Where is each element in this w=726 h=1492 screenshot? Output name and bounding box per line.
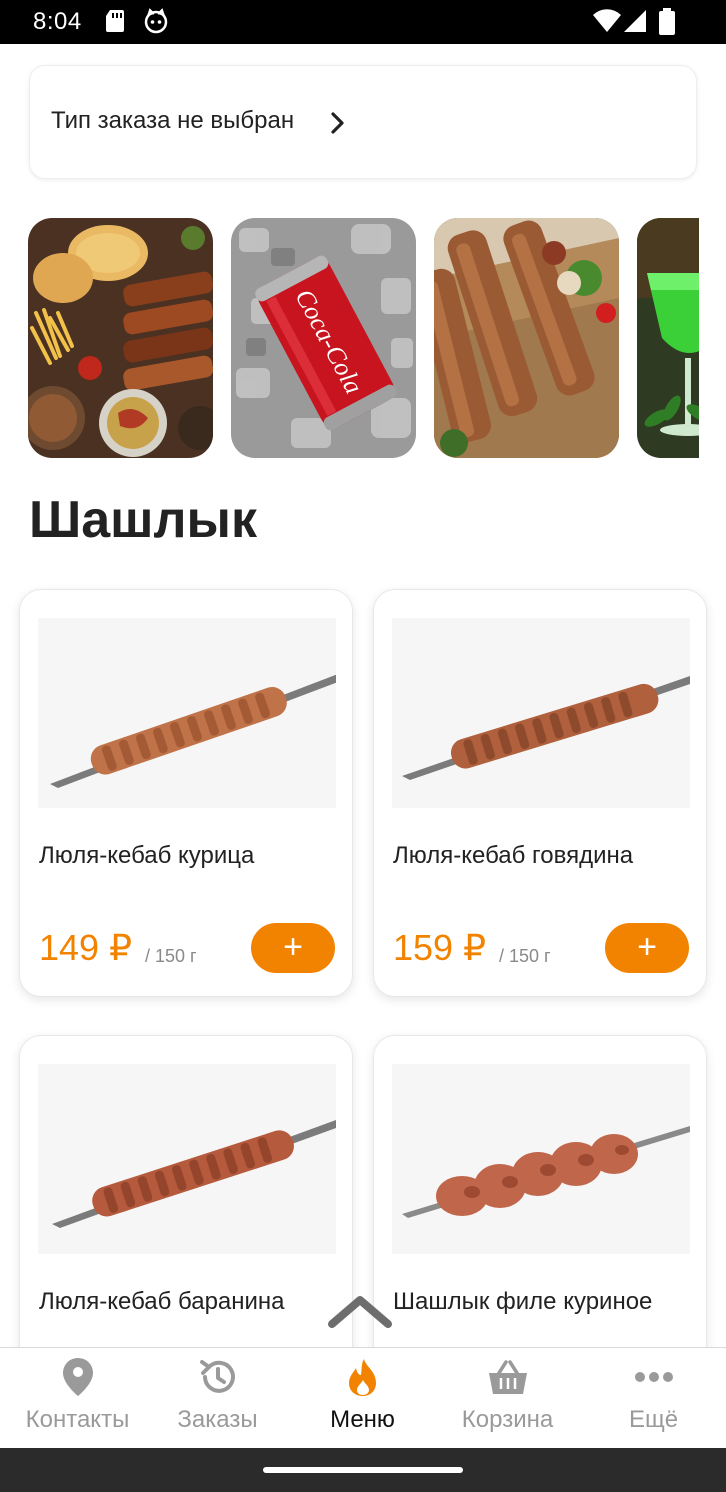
story-kebab[interactable] <box>434 218 619 458</box>
product-image <box>392 1064 690 1254</box>
order-type-selector[interactable]: Тип заказа не выбран <box>29 65 697 179</box>
location-pin-icon <box>62 1358 93 1396</box>
order-type-label: Тип заказа не выбран <box>51 107 295 134</box>
add-to-cart-button[interactable]: + <box>251 923 335 973</box>
product-image <box>38 618 336 808</box>
nav-label: Заказы <box>177 1406 258 1433</box>
product-card[interactable]: Люля-кебаб курица 149 ₽ / 150 г + <box>19 589 353 997</box>
cell-signal-icon <box>624 10 646 32</box>
story-combo-image <box>28 218 213 458</box>
sd-card-icon <box>106 10 124 32</box>
product-weight: / 150 г <box>145 946 197 966</box>
chevron-right-icon <box>331 112 344 134</box>
scroll-to-top-icon[interactable] <box>326 1292 394 1330</box>
nav-cart[interactable]: Корзина <box>435 1348 580 1449</box>
status-time: 8:04 <box>33 8 82 35</box>
nav-menu[interactable]: Меню <box>290 1348 435 1449</box>
story-kebab-image <box>434 218 619 458</box>
product-image <box>38 1064 336 1254</box>
story-cola[interactable]: Coca-Cola <box>231 218 416 458</box>
history-icon <box>199 1360 235 1393</box>
nav-label: Меню <box>330 1406 395 1433</box>
battery-icon <box>659 8 675 35</box>
product-price: 159 ₽ <box>393 927 486 968</box>
section-title: Шашлык <box>29 491 257 549</box>
bottom-navigation: Контакты Заказы Меню Корзина Ещё <box>0 1347 726 1448</box>
system-gesture-bar <box>0 1448 726 1492</box>
basket-icon <box>488 1360 527 1394</box>
product-name: Люля-кебаб баранина <box>39 1288 285 1315</box>
nav-more[interactable]: Ещё <box>581 1348 726 1449</box>
nav-contacts[interactable]: Контакты <box>5 1348 150 1449</box>
nav-orders[interactable]: Заказы <box>145 1348 290 1449</box>
product-name: Люля-кебаб курица <box>39 842 255 869</box>
story-cocktail-image <box>637 218 699 458</box>
product-name: Люля-кебаб говядина <box>393 842 634 869</box>
add-to-cart-button[interactable]: + <box>605 923 689 973</box>
product-card[interactable]: Люля-кебаб говядина 159 ₽ / 150 г + <box>373 589 707 997</box>
story-cocktail[interactable] <box>637 218 699 458</box>
nav-label: Ещё <box>628 1406 679 1433</box>
more-dots-icon <box>634 1372 673 1382</box>
nav-label: Корзина <box>461 1406 554 1433</box>
home-gesture-handle[interactable] <box>263 1467 463 1473</box>
stories-carousel[interactable]: Coca-Cola <box>28 218 699 458</box>
flame-icon <box>348 1359 376 1396</box>
product-image <box>392 618 690 808</box>
nav-label: Контакты <box>25 1406 130 1433</box>
product-weight: / 150 г <box>499 946 551 966</box>
status-bar: 8:04 <box>0 0 726 44</box>
product-price: 149 ₽ <box>39 927 132 968</box>
story-combo[interactable] <box>28 218 213 458</box>
wifi-icon <box>593 9 621 33</box>
product-name: Шашлык филе куриное <box>393 1288 653 1315</box>
story-cola-image: Coca-Cola <box>231 218 416 458</box>
cat-face-icon <box>144 8 168 34</box>
